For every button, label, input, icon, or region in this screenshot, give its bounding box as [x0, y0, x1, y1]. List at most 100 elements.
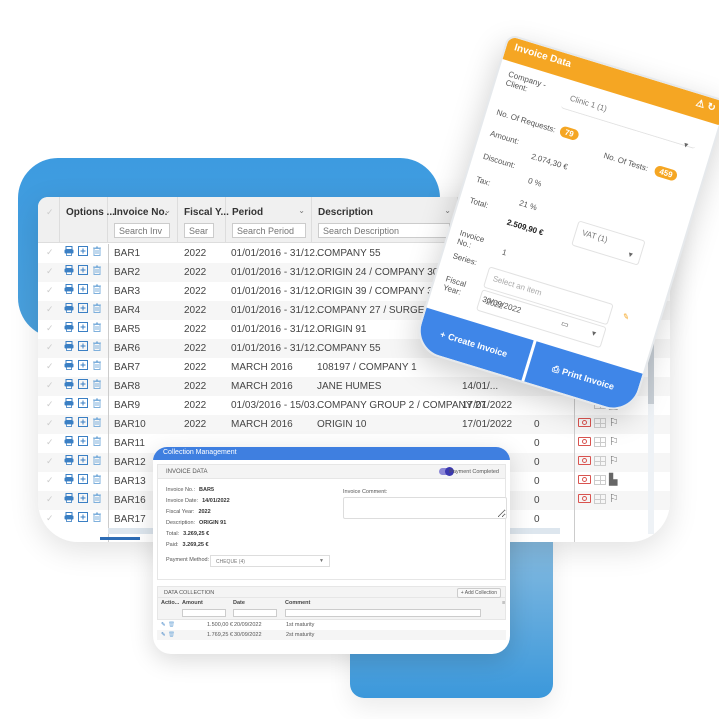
industry-icon[interactable]: ▙ — [609, 475, 617, 486]
print-icon[interactable] — [64, 436, 74, 446]
date-filter-input[interactable] — [233, 609, 277, 617]
column-fiscal-year[interactable]: Fiscal Y... — [178, 197, 229, 243]
edit-icon[interactable]: ✎ — [161, 622, 166, 628]
print-icon[interactable] — [64, 455, 74, 465]
column-options[interactable]: Options ... — [60, 197, 115, 243]
row-check-icon[interactable]: ✓ — [46, 475, 54, 486]
row-check-icon[interactable]: ✓ — [46, 266, 54, 277]
row-check-icon[interactable]: ✓ — [46, 456, 54, 467]
trash-icon[interactable] — [92, 455, 102, 465]
flag-icon[interactable]: ⚐ — [609, 456, 619, 467]
trash-icon[interactable] — [92, 436, 102, 446]
add-icon[interactable] — [78, 303, 88, 313]
money-icon[interactable] — [578, 475, 591, 484]
column-description[interactable]: Description ⌄ — [312, 197, 458, 243]
chevron-down-icon[interactable]: ⌄ — [298, 206, 305, 215]
add-icon[interactable] — [78, 493, 88, 503]
row-check-icon[interactable]: ✓ — [46, 361, 54, 372]
menu-icon[interactable]: ≡ — [502, 600, 505, 606]
flag-icon[interactable]: ⚐ — [609, 437, 619, 448]
column-period[interactable]: Period ⌄ — [226, 197, 312, 243]
add-icon[interactable] — [78, 322, 88, 332]
search-fiscal-year-input[interactable] — [184, 223, 214, 238]
trash-icon[interactable] — [92, 493, 102, 503]
table-icon[interactable] — [594, 475, 606, 485]
invoice-comment-input[interactable] — [343, 497, 507, 519]
column-comment[interactable]: Comment — [285, 600, 310, 606]
print-icon[interactable] — [64, 379, 74, 389]
print-icon[interactable] — [64, 341, 74, 351]
print-icon[interactable] — [64, 512, 74, 522]
trash-icon[interactable] — [92, 303, 102, 313]
table-row[interactable]: ✓ BAR10 2022 MARCH 2016 ORIGIN 10 17/01/2022 0… — [38, 415, 670, 434]
trash-icon[interactable] — [92, 417, 102, 427]
trash-icon[interactable] — [92, 284, 102, 294]
print-icon[interactable] — [64, 265, 74, 275]
row-check-icon[interactable]: ✓ — [46, 399, 54, 410]
row-check-icon[interactable]: ✓ — [46, 342, 54, 353]
flag-icon[interactable]: ⚐ — [609, 494, 619, 505]
trash-icon[interactable] — [92, 474, 102, 484]
print-icon[interactable] — [64, 246, 74, 256]
print-icon[interactable] — [64, 360, 74, 370]
row-check-icon[interactable]: ✓ — [46, 380, 54, 391]
comment-filter-input[interactable] — [285, 609, 481, 617]
flag-icon[interactable]: ⚐ — [609, 418, 619, 429]
trash-icon[interactable]: 🗑 — [168, 632, 175, 638]
print-icon[interactable] — [64, 284, 74, 294]
add-icon[interactable] — [78, 379, 88, 389]
row-check-icon[interactable]: ✓ — [46, 513, 54, 524]
search-period-input[interactable] — [232, 223, 306, 238]
select-all-column[interactable]: ✓ — [38, 197, 60, 243]
row-check-icon[interactable]: ✓ — [46, 323, 54, 334]
row-check-icon[interactable]: ✓ — [46, 494, 54, 505]
add-icon[interactable] — [78, 436, 88, 446]
trash-icon[interactable] — [92, 246, 102, 256]
trash-icon[interactable] — [92, 512, 102, 522]
add-icon[interactable] — [78, 341, 88, 351]
print-icon[interactable] — [64, 398, 74, 408]
money-icon[interactable] — [578, 437, 591, 446]
amount-filter-input[interactable] — [182, 609, 226, 617]
print-icon[interactable] — [64, 303, 74, 313]
table-icon[interactable] — [594, 437, 606, 447]
trash-icon[interactable] — [92, 379, 102, 389]
table-icon[interactable] — [594, 418, 606, 428]
trash-icon[interactable] — [92, 265, 102, 275]
column-invoice-no[interactable]: Invoice No. ⌄ — [108, 197, 178, 243]
add-icon[interactable] — [78, 360, 88, 370]
trash-icon[interactable]: 🗑 — [168, 622, 175, 628]
calendar-icon[interactable]: ▭ — [560, 319, 570, 330]
collection-row[interactable]: ✎ 🗑 1.500,00 €20/09/2022 1st maturity — [157, 620, 506, 630]
column-date[interactable]: Date — [233, 600, 245, 606]
money-icon[interactable] — [578, 494, 591, 503]
search-description-input[interactable] — [318, 223, 450, 238]
chevron-down-icon[interactable]: ⌄ — [164, 206, 171, 215]
pencil-icon[interactable]: ✎ — [621, 312, 630, 323]
row-check-icon[interactable]: ✓ — [46, 304, 54, 315]
column-amount[interactable]: Amount — [182, 600, 203, 606]
payment-method-select[interactable]: CHEQUE (4) ▼ — [210, 555, 330, 567]
row-check-icon[interactable]: ✓ — [46, 437, 54, 448]
add-collection-button[interactable]: + Add Collection — [456, 588, 501, 598]
add-icon[interactable] — [78, 398, 88, 408]
add-icon[interactable] — [78, 417, 88, 427]
vat-select[interactable]: VAT (1) ▼ — [571, 220, 646, 266]
print-icon[interactable] — [64, 322, 74, 332]
add-icon[interactable] — [78, 265, 88, 275]
row-check-icon[interactable]: ✓ — [46, 285, 54, 296]
table-icon[interactable] — [594, 456, 606, 466]
trash-icon[interactable] — [92, 360, 102, 370]
add-icon[interactable] — [78, 455, 88, 465]
warning-icon[interactable]: ⚠ — [694, 98, 706, 111]
add-icon[interactable] — [78, 474, 88, 484]
collection-row[interactable]: ✎ 🗑 1.769,25 €30/09/2022 2st maturity — [157, 630, 506, 640]
print-icon[interactable] — [64, 474, 74, 484]
table-icon[interactable] — [594, 494, 606, 504]
chevron-down-icon[interactable]: ⌄ — [444, 206, 451, 215]
refresh-icon[interactable]: ↻ — [706, 101, 717, 114]
row-check-icon[interactable]: ✓ — [46, 418, 54, 429]
print-icon[interactable] — [64, 493, 74, 503]
column-actions[interactable]: Actio... — [161, 600, 179, 606]
add-icon[interactable] — [78, 284, 88, 294]
